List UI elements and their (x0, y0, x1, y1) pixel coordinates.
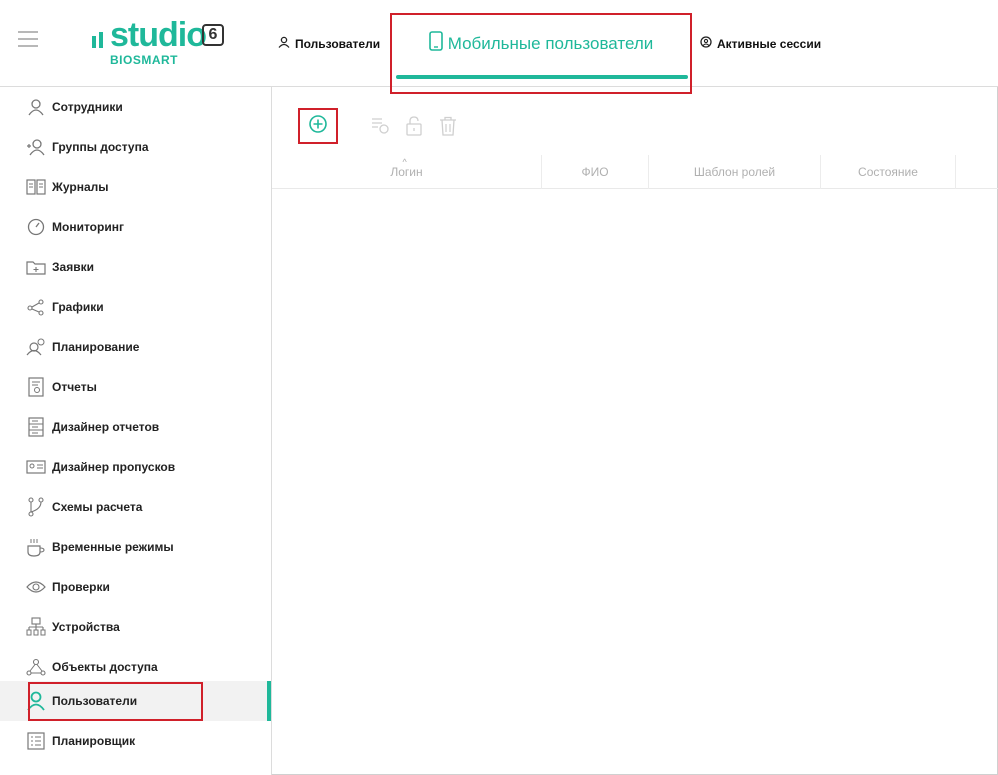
sidebar-item-journals[interactable]: Журналы (0, 167, 271, 207)
tab-active-sessions-label: Активные сессии (717, 36, 822, 51)
graphs-icon (26, 297, 46, 317)
sidebar-item-devices[interactable]: Устройства (0, 607, 271, 647)
sidebar-item-monitoring[interactable]: Мониторинг (0, 207, 271, 247)
monitoring-icon (26, 217, 46, 237)
column-header-label: Состояние (858, 165, 918, 179)
sidebar-item-label: Мониторинг (52, 220, 124, 234)
logo-version: 6 (202, 24, 224, 46)
highlight-box-mobile-tab (390, 13, 692, 94)
sidebar-item-label: Проверки (52, 580, 110, 594)
sidebar-item-label: Дизайнер отчетов (52, 420, 160, 434)
report-designer-icon (26, 417, 46, 437)
sidebar-item-pass-designer[interactable]: Дизайнер пропусков (0, 447, 271, 487)
sidebar-item-label: Сотрудники (52, 100, 123, 114)
tab-users[interactable]: Пользователи (278, 0, 380, 87)
table-header: ^ Логин ФИО Шаблон ролей Состояние (272, 155, 998, 189)
session-icon (700, 36, 712, 51)
employee-icon (26, 97, 46, 117)
highlight-box-users-item (28, 682, 203, 721)
sidebar-item-planning[interactable]: Планирование (0, 327, 271, 367)
sidebar-item-label: Заявки (52, 260, 94, 274)
sidebar-item-reports[interactable]: Отчеты (0, 367, 271, 407)
assign-role-icon[interactable] (370, 116, 390, 136)
sidebar-item-requests[interactable]: Заявки (0, 247, 271, 287)
sidebar-item-label: Отчеты (52, 380, 97, 394)
sidebar-item-report-designer[interactable]: Дизайнер отчетов (0, 407, 271, 447)
add-button[interactable] (298, 108, 338, 144)
sidebar-item-calc-schemes[interactable]: Схемы расчета (0, 487, 271, 527)
access-group-icon (26, 137, 46, 157)
sidebar: Сотрудники Группы доступа Журналы Монито… (0, 87, 272, 775)
sort-indicator: ^ (402, 157, 407, 167)
calc-schemes-icon (26, 497, 46, 517)
sidebar-item-label: Планировщик (52, 734, 136, 748)
sidebar-item-scheduler[interactable]: Планировщик (0, 721, 271, 761)
planning-icon (26, 337, 46, 357)
logo-word: studio (110, 16, 207, 54)
trash-icon[interactable] (438, 116, 458, 136)
tab-active-sessions[interactable]: Активные сессии (700, 0, 821, 87)
column-header-label: ФИО (581, 165, 609, 179)
access-objects-icon (26, 657, 46, 677)
user-icon (278, 36, 290, 51)
column-header-login[interactable]: ^ Логин (272, 155, 542, 189)
sidebar-item-graphs[interactable]: Графики (0, 287, 271, 327)
app-logo: studio 6 BIOSMART (92, 16, 262, 72)
sidebar-item-label: Объекты доступа (52, 660, 158, 674)
plus-circle-icon (308, 114, 328, 139)
sidebar-item-label: Планирование (52, 340, 140, 354)
column-header-label: Логин (390, 165, 423, 179)
column-header-role-template[interactable]: Шаблон ролей (649, 155, 821, 189)
column-header-fio[interactable]: ФИО (542, 155, 649, 189)
reports-icon (26, 377, 46, 397)
scheduler-icon (26, 731, 46, 751)
checks-icon (26, 577, 46, 597)
journal-icon (26, 177, 46, 197)
sidebar-item-employees[interactable]: Сотрудники (0, 87, 271, 127)
logo-bars-icon (92, 32, 106, 53)
sidebar-item-label: Дизайнер пропусков (52, 460, 176, 474)
devices-icon (26, 617, 46, 637)
sidebar-item-label: Схемы расчета (52, 500, 143, 514)
logo-subtitle: BIOSMART (110, 53, 178, 67)
column-header-label: Шаблон ролей (693, 165, 776, 179)
tab-users-label: Пользователи (295, 36, 381, 51)
time-modes-icon (26, 537, 46, 557)
unlock-icon[interactable] (404, 116, 424, 136)
sidebar-item-label: Журналы (52, 180, 109, 194)
pass-designer-icon (26, 457, 46, 477)
sidebar-item-label: Графики (52, 300, 104, 314)
toolbar (298, 108, 458, 144)
column-header-state[interactable]: Состояние (821, 155, 956, 189)
sidebar-item-label: Устройства (52, 620, 120, 634)
sidebar-item-access-groups[interactable]: Группы доступа (0, 127, 271, 167)
requests-icon (26, 257, 46, 277)
sidebar-item-label: Группы доступа (52, 140, 149, 154)
sidebar-item-checks[interactable]: Проверки (0, 567, 271, 607)
menu-icon[interactable] (18, 31, 38, 47)
sidebar-item-time-modes[interactable]: Временные режимы (0, 527, 271, 567)
sidebar-item-label: Временные режимы (52, 540, 174, 554)
